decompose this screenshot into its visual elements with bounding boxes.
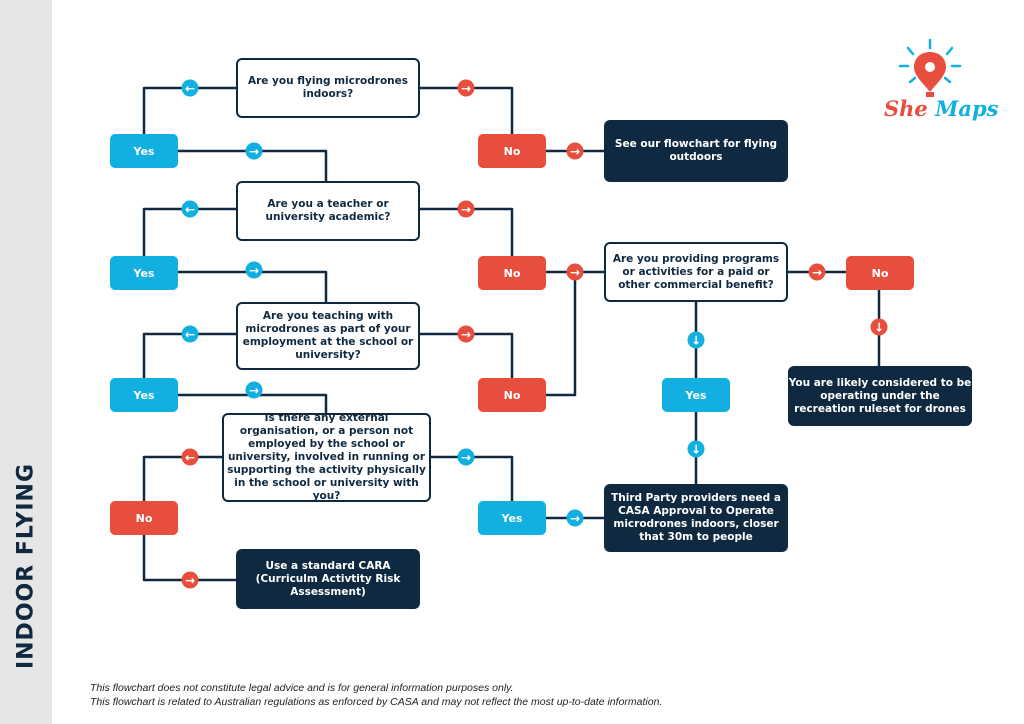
connector — [431, 455, 514, 501]
arrow-right-icon: → — [566, 142, 584, 160]
question-flying-indoors: Are you flying microdrones indoors? — [236, 58, 420, 118]
question-teacher-academic: Are you a teacher or university academic… — [236, 181, 420, 241]
question-teaching-employment: Are you teaching with microdrones as par… — [236, 302, 420, 370]
answer-no: No — [478, 134, 546, 168]
connector-lines — [142, 86, 881, 582]
arrow-right-icon: → — [181, 571, 199, 589]
arrow-left-icon: ← — [181, 200, 199, 218]
answer-yes: Yes — [662, 378, 730, 412]
arrow-right-icon: → — [808, 263, 826, 281]
arrow-right-icon: → — [457, 325, 475, 343]
result-casa-approval: Third Party providers need a CASA Approv… — [604, 484, 788, 552]
answer-yes: Yes — [110, 256, 178, 290]
answer-yes: Yes — [478, 501, 546, 535]
arrow-down-icon: ↓ — [687, 440, 705, 458]
arrow-right-icon: → — [245, 142, 263, 160]
answer-no: No — [110, 501, 178, 535]
disclaimer-line-2: This flowchart is related to Australian … — [90, 696, 663, 708]
arrow-down-icon: ↓ — [870, 318, 888, 336]
arrow-left-icon: ← — [181, 448, 199, 466]
arrow-right-icon: → — [566, 509, 584, 527]
result-outdoors-flowchart: See our flowchart for flying outdoors — [604, 120, 788, 182]
logo-text-she: She — [884, 96, 928, 121]
arrow-right-icon: → — [566, 263, 584, 281]
answer-yes: Yes — [110, 134, 178, 168]
answer-no: No — [478, 256, 546, 290]
connector — [142, 455, 222, 501]
arrow-right-icon: → — [245, 261, 263, 279]
connector — [546, 272, 577, 397]
arrow-right-icon: → — [457, 79, 475, 97]
question-commercial-benefit: Are you providing programs or activities… — [604, 242, 788, 302]
answer-yes: Yes — [110, 378, 178, 412]
logo-text-maps: Maps — [935, 96, 999, 121]
she-maps-logo: She Maps — [884, 96, 998, 121]
arrow-right-icon: → — [245, 381, 263, 399]
result-recreation-ruleset: You are likely considered to be operatin… — [788, 366, 972, 426]
question-external-organisation: Is there any external organisation, or a… — [222, 412, 431, 502]
answer-no: No — [846, 256, 914, 290]
result-standard-cara: Use a standard CARA (Curriculm Activtity… — [236, 549, 420, 609]
disclaimer-line-1: This flowchart does not constitute legal… — [90, 682, 514, 694]
arrow-down-icon: ↓ — [687, 331, 705, 349]
arrow-left-icon: ← — [181, 325, 199, 343]
arrow-left-icon: ← — [181, 79, 199, 97]
arrow-right-icon: → — [457, 448, 475, 466]
arrow-right-icon: → — [457, 200, 475, 218]
answer-no: No — [478, 378, 546, 412]
